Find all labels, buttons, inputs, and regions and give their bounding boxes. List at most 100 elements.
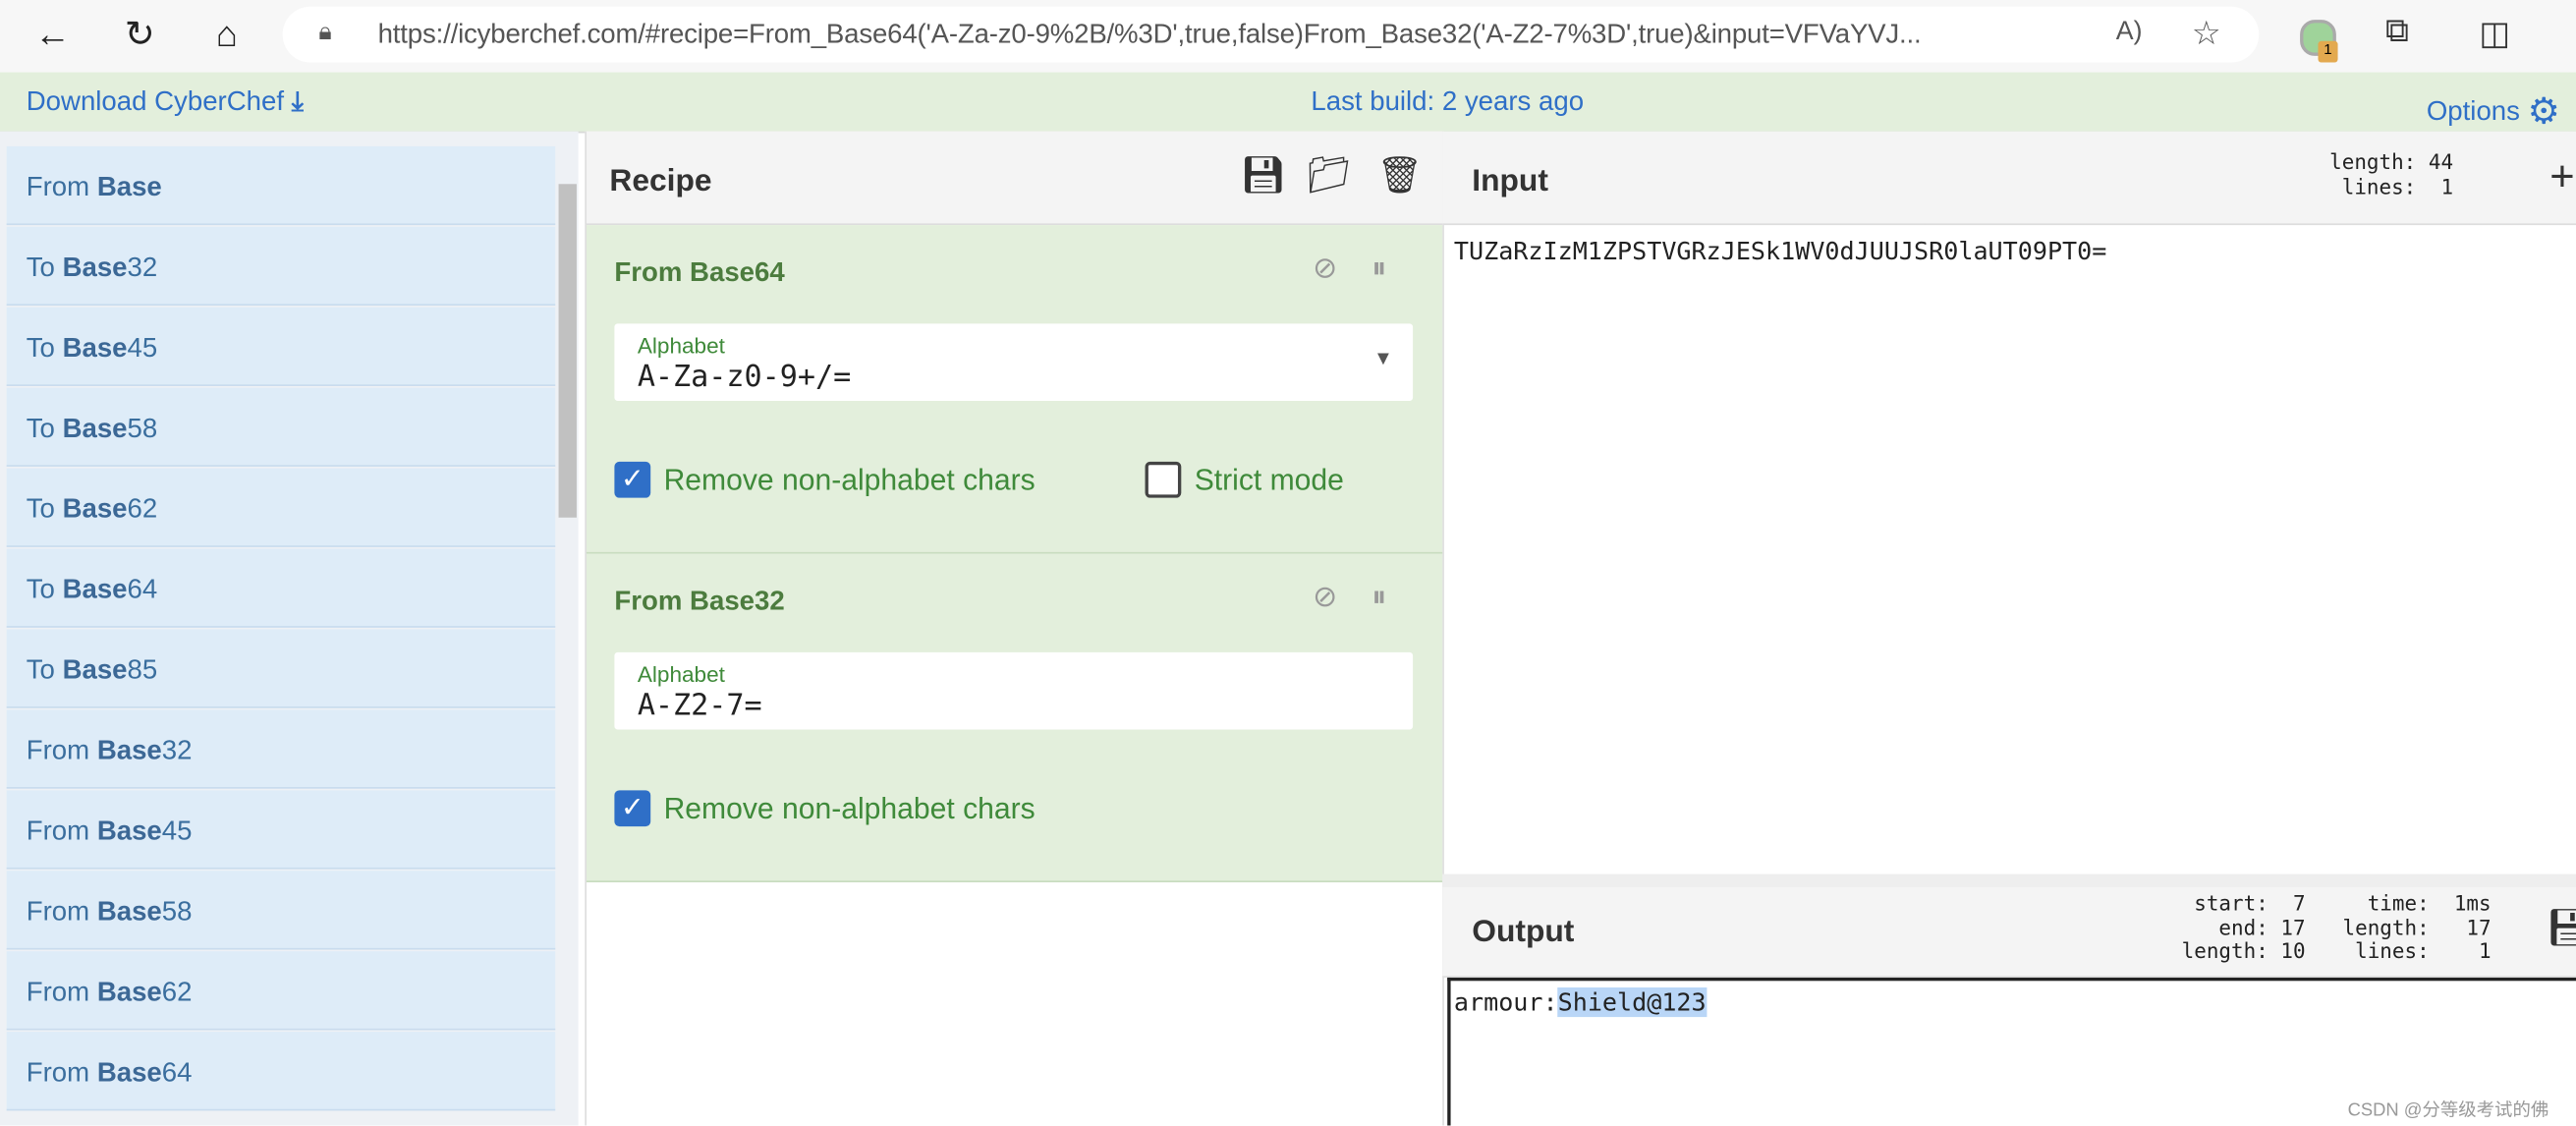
pause-icon[interactable]: ⏸︎ <box>1372 252 1386 286</box>
output-header: Output start: 7 end: 17 length: 10 time:… <box>1442 886 2576 978</box>
operation-label-suffix: 62 <box>127 494 158 525</box>
trash-icon[interactable]: 🗑︎ <box>1376 154 1423 197</box>
operation-label-suffix: 45 <box>127 333 158 364</box>
operation-item[interactable]: To Base85 <box>6 629 556 708</box>
download-cyberchef-link[interactable]: Download CyberChef ⤓ <box>27 87 304 119</box>
input-panel: Input length: 44 lines: 1 + TUZaRzIzM1ZP… <box>1442 131 2576 874</box>
disable-icon[interactable]: ⊘ <box>1313 580 1337 614</box>
operation-label-prefix: To <box>26 414 63 444</box>
alphabet-select[interactable]: Alphabet A-Za-z0-9+/= ▼ <box>614 323 1414 402</box>
operation-item[interactable]: From Base <box>6 145 556 226</box>
operation-item[interactable]: To Base58 <box>6 387 556 467</box>
recipe-title: Recipe <box>609 164 712 199</box>
input-title: Input <box>1472 164 1548 199</box>
operation-label-prefix: From <box>26 977 97 1008</box>
operation-label-bold: Base <box>96 172 162 202</box>
download-label: Download CyberChef <box>26 86 285 117</box>
download-icon: ⤓ <box>291 86 304 117</box>
lock-icon: 🔒︎ <box>318 18 332 46</box>
remove-non-alphabet-label: Remove non-alphabet chars <box>663 463 1036 497</box>
operation-label-suffix: 45 <box>161 816 193 847</box>
operation-label-bold: Base <box>62 575 128 605</box>
output-selection-stats: start: 7 end: 17 length: 10 <box>2181 890 2306 963</box>
operation-label-suffix: 64 <box>127 575 158 605</box>
operation-label-prefix: From <box>26 172 97 202</box>
operation-item[interactable]: To Base64 <box>6 548 556 628</box>
operation-label-bold: Base <box>96 897 162 928</box>
remove-non-alphabet-checkbox[interactable]: ✓ <box>614 790 651 827</box>
back-icon[interactable]: ← <box>28 13 77 55</box>
output-stats: time: 1ms length: 17 lines: 1 <box>2342 890 2492 963</box>
operations-scrollbar[interactable] <box>558 184 577 518</box>
remove-non-alphabet-checkbox[interactable]: ✓ <box>614 461 651 498</box>
operation-item[interactable]: From Base64 <box>6 1032 556 1111</box>
operation-item[interactable]: From Base32 <box>6 709 556 789</box>
browser-toolbar: ← ↻ ⌂ 🔒︎ https://icyberchef.com/#recipe=… <box>0 0 2576 73</box>
operation-label-prefix: To <box>26 494 63 525</box>
reload-icon[interactable]: ↻ <box>115 13 164 55</box>
save-output-icon[interactable]: 💾︎ <box>2547 907 2576 949</box>
operation-label-bold: Base <box>96 816 162 847</box>
output-panel: Output start: 7 end: 17 length: 10 time:… <box>1442 886 2576 1126</box>
split-screen-icon[interactable]: ◫ <box>2479 13 2510 54</box>
operation-label-prefix: To <box>26 253 63 283</box>
resize-handle[interactable] <box>1442 873 2576 887</box>
operation-label-suffix: 58 <box>127 414 158 444</box>
output-selected-text: Shield@123 <box>1557 986 1707 1018</box>
op-title: From Base64 <box>614 257 785 288</box>
input-header: Input length: 44 lines: 1 + <box>1442 131 2576 226</box>
operation-item[interactable]: From Base58 <box>6 871 556 950</box>
output-title: Output <box>1472 915 1575 950</box>
operation-label-suffix: 64 <box>161 1057 193 1088</box>
recipe-header: Recipe 💾︎ 📁︎ 🗑︎ <box>586 131 1443 226</box>
operation-item[interactable]: From Base62 <box>6 951 556 1031</box>
alphabet-value: A-Z2-7= <box>637 688 762 723</box>
url-text[interactable]: https://icyberchef.com/#recipe=From_Base… <box>378 20 1922 51</box>
operation-label-prefix: To <box>26 575 63 605</box>
operations-list: From Base To Base32 To Base45 To Base58 To B… <box>0 131 579 1126</box>
input-textarea[interactable]: TUZaRzIzM1ZPSTVGRzJESk1WV0dJUUJSR0laUT09… <box>1454 237 2106 266</box>
chevron-down-icon: ▼ <box>1372 346 1393 370</box>
operation-label-prefix: To <box>26 333 63 364</box>
output-plain-text: armour: <box>1453 986 1558 1018</box>
operation-item[interactable]: To Base45 <box>6 307 556 386</box>
pause-icon[interactable]: ⏸︎ <box>1372 580 1386 614</box>
alphabet-input[interactable]: Alphabet A-Z2-7= <box>614 651 1414 730</box>
operation-label-suffix: 85 <box>127 655 158 686</box>
operation-label-bold: Base <box>96 736 162 766</box>
watermark: CSDN @分等级考试的佛 <box>2347 1100 2549 1121</box>
operation-item[interactable]: To Base62 <box>6 468 556 547</box>
operation-label-bold: Base <box>62 414 128 444</box>
operation-label-bold: Base <box>62 333 128 364</box>
operation-label-suffix: 58 <box>161 897 193 928</box>
operation-label-prefix: From <box>26 897 97 928</box>
home-icon[interactable]: ⌂ <box>202 13 252 55</box>
strict-mode-checkbox[interactable] <box>1145 461 1182 498</box>
save-icon[interactable]: 💾︎ <box>1241 154 1287 197</box>
output-textarea[interactable]: armour:Shield@123 CSDN @分等级考试的佛 <box>1447 977 2576 1126</box>
options-label: Options <box>2426 96 2520 127</box>
operation-label-prefix: From <box>26 736 97 766</box>
operation-item[interactable]: To Base32 <box>6 226 556 307</box>
gear-icon: ⚙ <box>2527 89 2560 132</box>
operation-label-prefix: To <box>26 655 63 686</box>
banner: Download CyberChef ⤓ Last build: 2 years… <box>0 72 2576 134</box>
operation-item[interactable]: From Base45 <box>6 790 556 870</box>
operation-label-bold: Base <box>96 1057 162 1088</box>
operation-label-bold: Base <box>62 655 128 686</box>
operation-label-suffix: 32 <box>161 736 193 766</box>
alphabet-label: Alphabet <box>637 333 725 359</box>
operation-label-bold: Base <box>62 494 128 525</box>
star-icon[interactable]: ☆ <box>2192 13 2221 54</box>
strict-mode-label: Strict mode <box>1194 463 1344 497</box>
input-stats: length: 44 lines: 1 <box>2329 149 2454 198</box>
recipe-op-from-base32: From Base32 ⊘ ⏸︎ Alphabet A-Z2-7= ✓ Remo… <box>586 553 1443 882</box>
operation-label-bold: Base <box>96 977 162 1008</box>
read-aloud-icon[interactable]: A) <box>2116 18 2143 47</box>
folder-icon[interactable]: 📁︎ <box>1306 154 1352 197</box>
extensions-puzzle-icon[interactable]: ⧉ <box>2385 13 2409 50</box>
op-title: From Base32 <box>614 586 785 617</box>
add-tab-icon[interactable]: + <box>2549 151 2574 202</box>
options-link[interactable]: Options ⚙ <box>2426 87 2560 132</box>
disable-icon[interactable]: ⊘ <box>1313 252 1337 286</box>
